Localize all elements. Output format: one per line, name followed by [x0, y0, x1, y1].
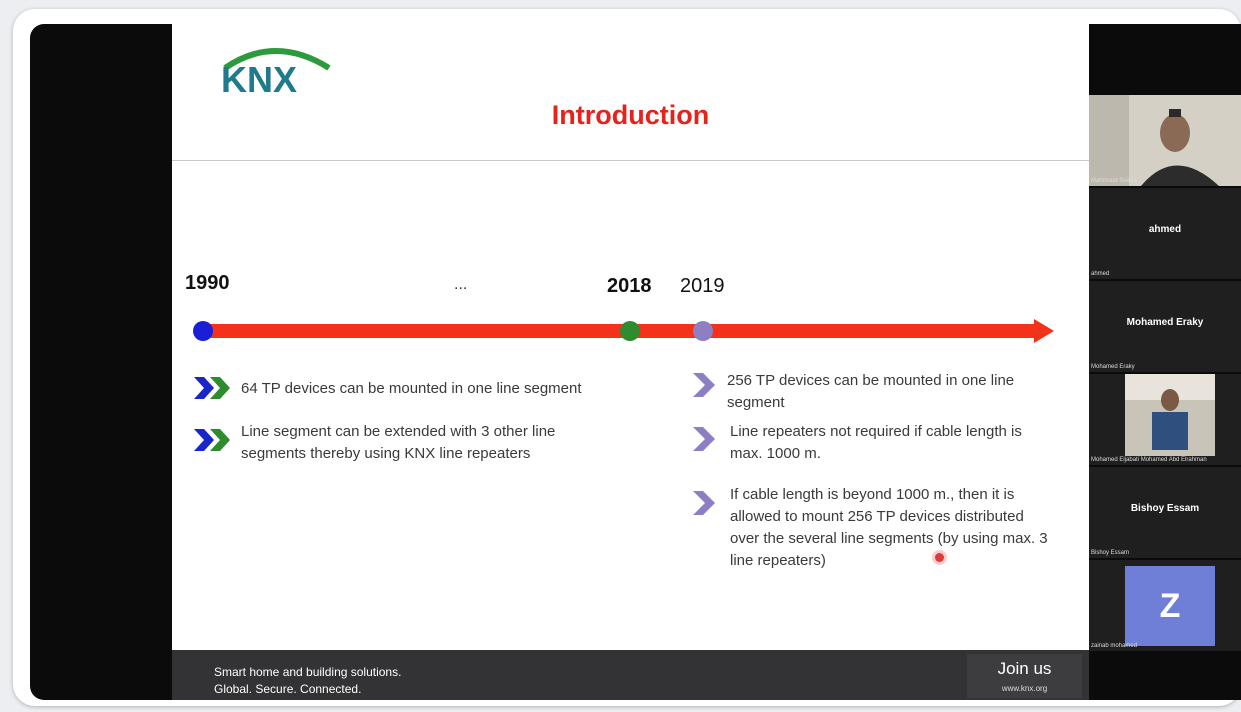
- slide-title: Introduction: [551, 100, 710, 130]
- participant-display-name: ahmed: [1148, 224, 1182, 235]
- logo-text: KNX: [221, 59, 297, 96]
- pointer-indicator: [935, 553, 944, 562]
- dot-2018: [620, 321, 640, 341]
- purple-chevron-icon: [693, 491, 715, 515]
- right-bullet-2-text: Line repeaters not required if cable len…: [730, 423, 1022, 462]
- participants-panel: Mahmoud Seada ahmed ahmed Mohamed Eraky …: [1089, 95, 1241, 655]
- double-chevron-icon: [194, 377, 230, 399]
- participant-video: [1089, 95, 1241, 186]
- participant-tile-video[interactable]: Mahmoud Seada: [1089, 95, 1241, 186]
- join-us-box: Join us www.knx.org: [967, 654, 1082, 698]
- participant-video: [1089, 374, 1241, 465]
- right-bullet-3-text: If cable length is beyond 1000 m., then …: [730, 486, 1048, 569]
- participant-display-name: Bishoy Essam: [1130, 503, 1200, 514]
- participant-name: zainab mohamed: [1091, 643, 1138, 649]
- year-2019: 2019: [680, 275, 725, 297]
- shared-slide: KNX Introduction 1990 ... 2018 2019 64 T…: [172, 24, 1089, 700]
- participant-name: Mahmoud Seada: [1091, 178, 1137, 184]
- purple-chevron-icon: [693, 373, 715, 397]
- double-chevron-icon: [194, 429, 230, 451]
- participant-name: Bishoy Essam: [1091, 550, 1130, 556]
- slide-footer: Smart home and building solutions. Globa…: [172, 650, 1089, 700]
- participant-tile[interactable]: ahmed ahmed: [1089, 188, 1241, 279]
- participant-avatar: Z: [1125, 566, 1215, 646]
- year-2018: 2018: [607, 275, 652, 297]
- participant-tile-video[interactable]: Mohamed Eljabati Mohamed Abd Elrahman: [1089, 374, 1241, 465]
- knx-logo: KNX: [221, 48, 331, 96]
- timeline-ellipsis: ...: [454, 276, 468, 293]
- year-1990: 1990: [185, 272, 230, 294]
- right-bullet-1-text: 256 TP devices can be mounted in one lin…: [727, 372, 1015, 411]
- dot-2019: [693, 321, 713, 341]
- title-divider: [172, 160, 1089, 161]
- purple-chevron-icon: [693, 427, 715, 451]
- participant-tile[interactable]: Mohamed Eraky Mohamed Eraky: [1089, 281, 1241, 372]
- participant-display-name: Mohamed Eraky: [1126, 317, 1204, 328]
- participant-name: ahmed: [1091, 271, 1110, 277]
- participant-name: Mohamed Eraky: [1091, 364, 1135, 370]
- participant-tile[interactable]: Bishoy Essam Bishoy Essam: [1089, 467, 1241, 558]
- dot-1990: [193, 321, 213, 341]
- left-bullet-2-text: Line segment can be extended with 3 othe…: [241, 423, 556, 462]
- participant-name: Mohamed Eljabati Mohamed Abd Elrahman: [1091, 457, 1207, 463]
- join-us-url: www.knx.org: [1001, 684, 1048, 693]
- timeline-arrowhead: [1034, 319, 1054, 343]
- footer-tagline: Smart home and building solutions. Globa…: [214, 665, 402, 696]
- left-bullet-1-text: 64 TP devices can be mounted in one line…: [241, 380, 582, 397]
- participant-tile[interactable]: Z zainab mohamed: [1089, 560, 1241, 651]
- join-us-label: Join us: [997, 659, 1052, 678]
